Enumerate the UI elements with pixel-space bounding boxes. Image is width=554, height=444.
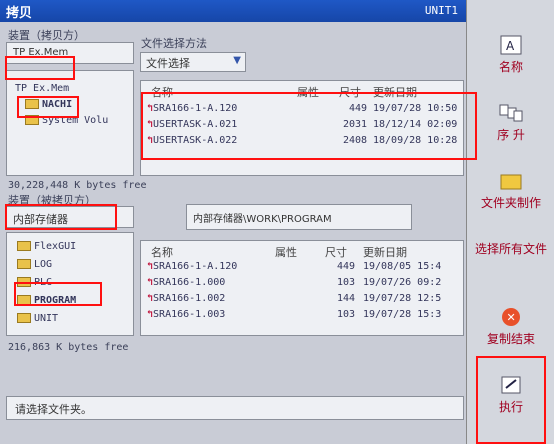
file-date: 19/07/28 12:5 xyxy=(363,293,442,304)
dest-file-row[interactable]: ↰SRA166-1-A.120 xyxy=(147,261,237,272)
status-bar: 请选择文件夹。 xyxy=(6,396,464,420)
dest-path-field: 内部存储器\WORK\PROGRAM xyxy=(186,204,412,230)
highlight-box xyxy=(17,96,79,118)
tree-item-log[interactable]: LOG xyxy=(17,259,52,270)
folder-icon xyxy=(17,313,31,323)
make-folder-label: 文件夹制作 xyxy=(480,196,541,210)
select-all-label: 选择所有文件 xyxy=(474,242,547,256)
tree-item-flexgui[interactable]: FlexGUI xyxy=(17,241,76,252)
tree-item-tpexmem[interactable]: TP Ex.Mem xyxy=(15,83,69,94)
svg-text:A: A xyxy=(506,39,515,53)
file-size: 103 xyxy=(337,277,356,288)
make-folder-button[interactable]: 文件夹制作 xyxy=(473,164,549,230)
highlight-box xyxy=(141,92,477,160)
col-date: 更新日期 xyxy=(363,246,407,259)
method-value: 文件选择 xyxy=(146,57,190,70)
folder-icon xyxy=(17,259,31,269)
dest-file-row[interactable]: ↰SRA166-1.003 xyxy=(147,309,225,320)
name-sort-icon: A xyxy=(500,35,522,55)
source-free-space: 30,228,448 K bytes free xyxy=(8,180,147,191)
svg-text:✕: ✕ xyxy=(507,311,516,324)
dest-path: 内部存储器\WORK\PROGRAM xyxy=(193,214,332,225)
window-title: 拷贝 xyxy=(6,6,33,21)
dest-file-list: 名称 属性 尺寸 更新日期 ↰SRA166-1-A.120 449 19/08/… xyxy=(140,240,464,336)
dest-free-space: 216,863 K bytes free xyxy=(8,342,129,353)
method-select[interactable]: 文件选择 ▼ xyxy=(140,52,246,72)
file-date: 19/07/28 15:3 xyxy=(363,309,442,320)
sort-button[interactable]: 序 升 xyxy=(473,96,549,162)
unit-label: UNIT1 xyxy=(424,4,458,17)
select-all-button[interactable]: 选择所有文件 xyxy=(473,232,549,298)
col-size: 尺寸 xyxy=(325,246,347,259)
name-button[interactable]: A 名称 xyxy=(473,28,549,94)
file-date: 19/07/26 09:2 xyxy=(363,277,442,288)
highlight-box xyxy=(5,56,75,80)
folder-icon xyxy=(500,174,522,190)
source-tree: TP Ex.Mem NACHI System Volu xyxy=(6,70,134,176)
title-bar: 拷贝 UNIT1 xyxy=(0,0,466,22)
dest-file-row[interactable]: ↰SRA166-1.000 xyxy=(147,277,225,288)
dest-file-row[interactable]: ↰SRA166-1.002 xyxy=(147,293,225,304)
chevron-down-icon: ▼ xyxy=(233,55,241,66)
source-device-label: 装置（拷贝方） xyxy=(8,29,85,42)
highlight-box xyxy=(476,356,546,444)
highlight-box xyxy=(14,282,102,306)
sort-icon xyxy=(499,104,523,122)
highlight-box xyxy=(5,204,117,230)
sort-button-label: 序 升 xyxy=(497,128,525,142)
col-name: 名称 xyxy=(151,246,173,259)
name-button-label: 名称 xyxy=(498,60,523,74)
file-date: 19/08/05 15:4 xyxy=(363,261,442,272)
folder-icon xyxy=(17,241,31,251)
file-size: 144 xyxy=(337,293,356,304)
close-icon: ✕ xyxy=(502,308,520,326)
status-text: 请选择文件夹。 xyxy=(15,403,92,416)
file-size: 103 xyxy=(337,309,356,320)
copy-end-label: 复制结束 xyxy=(486,332,535,346)
file-size: 449 xyxy=(337,261,356,272)
tree-item-unit[interactable]: UNIT xyxy=(17,313,58,324)
col-attr: 属性 xyxy=(275,246,297,259)
method-label: 文件选择方法 xyxy=(141,37,207,50)
